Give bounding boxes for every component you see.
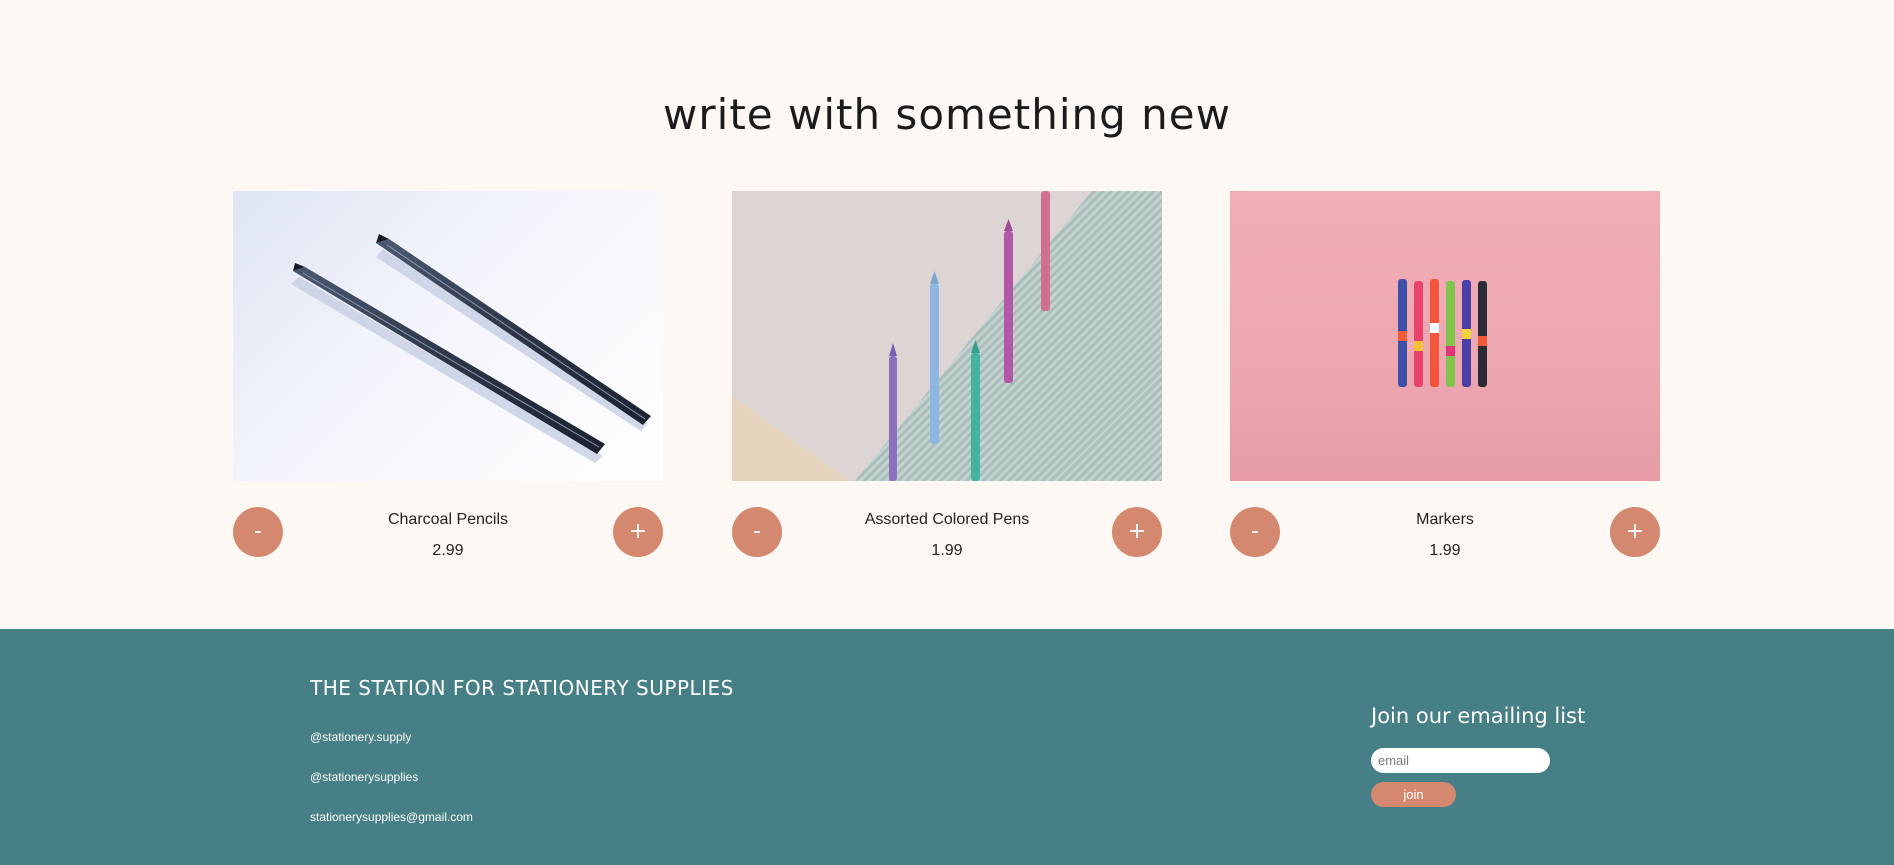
join-button[interactable]: join xyxy=(1371,782,1456,807)
product-card-charcoal-pencils: - Charcoal Pencils 2.99 + xyxy=(233,191,663,587)
mailing-list-title: Join our emailing list xyxy=(1371,704,1586,728)
increase-quantity-button[interactable]: + xyxy=(1112,507,1162,557)
footer-link-instagram[interactable]: @stationery.supply xyxy=(310,730,411,744)
pencils-illustration xyxy=(291,234,651,463)
increase-quantity-button[interactable]: + xyxy=(1610,507,1660,557)
product-controls: - Markers 1.99 + xyxy=(1230,507,1660,587)
product-name: Markers xyxy=(1416,511,1474,528)
product-price: 1.99 xyxy=(1429,542,1461,559)
product-name: Assorted Colored Pens xyxy=(864,511,1030,528)
footer-link-email[interactable]: stationerysupplies@gmail.com xyxy=(310,810,473,824)
pens-illustration xyxy=(732,191,1162,481)
product-card-assorted-colored-pens: - Assorted Colored Pens 1.99 + xyxy=(732,191,1162,587)
main-section: write with something new - Charcoal Penc… xyxy=(0,0,1894,629)
product-price: 1.99 xyxy=(931,542,963,559)
product-controls: - Assorted Colored Pens 1.99 + xyxy=(732,507,1162,587)
footer-link-twitter[interactable]: @stationerysupplies xyxy=(310,770,418,784)
decrease-quantity-button[interactable]: - xyxy=(1230,507,1280,557)
product-image-markers xyxy=(1230,191,1660,481)
decrease-quantity-button[interactable]: - xyxy=(233,507,283,557)
page-headline: write with something new xyxy=(663,90,1231,139)
markers-illustration xyxy=(1398,279,1487,387)
product-name: Charcoal Pencils xyxy=(387,511,509,528)
product-controls: - Charcoal Pencils 2.99 + xyxy=(233,507,663,587)
product-image-assorted-colored-pens xyxy=(732,191,1162,481)
email-input[interactable] xyxy=(1371,748,1550,773)
decrease-quantity-button[interactable]: - xyxy=(732,507,782,557)
product-image-charcoal-pencils xyxy=(233,191,663,481)
footer-title: THE STATION FOR STATIONERY SUPPLIES xyxy=(310,676,734,700)
product-price: 2.99 xyxy=(432,542,464,559)
site-footer: THE STATION FOR STATIONERY SUPPLIES @sta… xyxy=(0,629,1894,865)
product-card-markers: - Markers 1.99 + xyxy=(1230,191,1660,587)
increase-quantity-button[interactable]: + xyxy=(613,507,663,557)
